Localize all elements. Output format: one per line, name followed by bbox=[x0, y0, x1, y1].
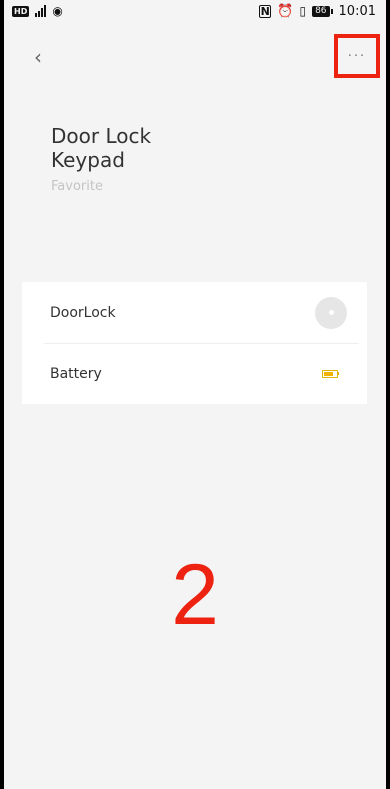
doorlock-label: DoorLock bbox=[50, 304, 116, 321]
back-button[interactable]: ‹ bbox=[34, 44, 54, 70]
chevron-left-icon: ‹ bbox=[34, 45, 42, 69]
favorite-label[interactable]: Favorite bbox=[51, 179, 103, 194]
battery-row[interactable]: Battery bbox=[22, 343, 367, 404]
battery-label: Battery bbox=[50, 365, 102, 382]
more-icon: ··· bbox=[347, 48, 367, 64]
signal-icon bbox=[35, 5, 47, 17]
eye-icon: ◉ bbox=[52, 4, 63, 18]
battery-level: 86 bbox=[312, 5, 330, 17]
battery-icon bbox=[321, 369, 339, 378]
status-left: HD ◉ bbox=[12, 4, 63, 18]
more-options-button[interactable]: ··· bbox=[334, 34, 380, 78]
device-controls-card: DoorLock Battery bbox=[22, 282, 367, 404]
app-screen: HD ◉ N ⏰ ▯ 86 10:01 ‹ ··· Door Lock Keyp… bbox=[4, 0, 386, 789]
alarm-icon: ⏰ bbox=[277, 3, 294, 19]
vibrate-icon: ▯ bbox=[299, 4, 307, 18]
status-bar: HD ◉ N ⏰ ▯ 86 10:01 bbox=[4, 0, 386, 22]
lock-toggle-icon[interactable] bbox=[315, 296, 347, 329]
status-right: N ⏰ ▯ 86 10:01 bbox=[259, 4, 376, 19]
step-number-annotation: 2 bbox=[171, 547, 219, 643]
doorlock-row[interactable]: DoorLock bbox=[22, 282, 367, 343]
hd-badge: HD bbox=[12, 5, 30, 17]
battery-status-icon: 86 bbox=[312, 5, 333, 17]
nfc-icon: N bbox=[259, 4, 272, 18]
device-title: Door Lock Keypad bbox=[51, 124, 152, 172]
clock: 10:01 bbox=[338, 3, 376, 19]
